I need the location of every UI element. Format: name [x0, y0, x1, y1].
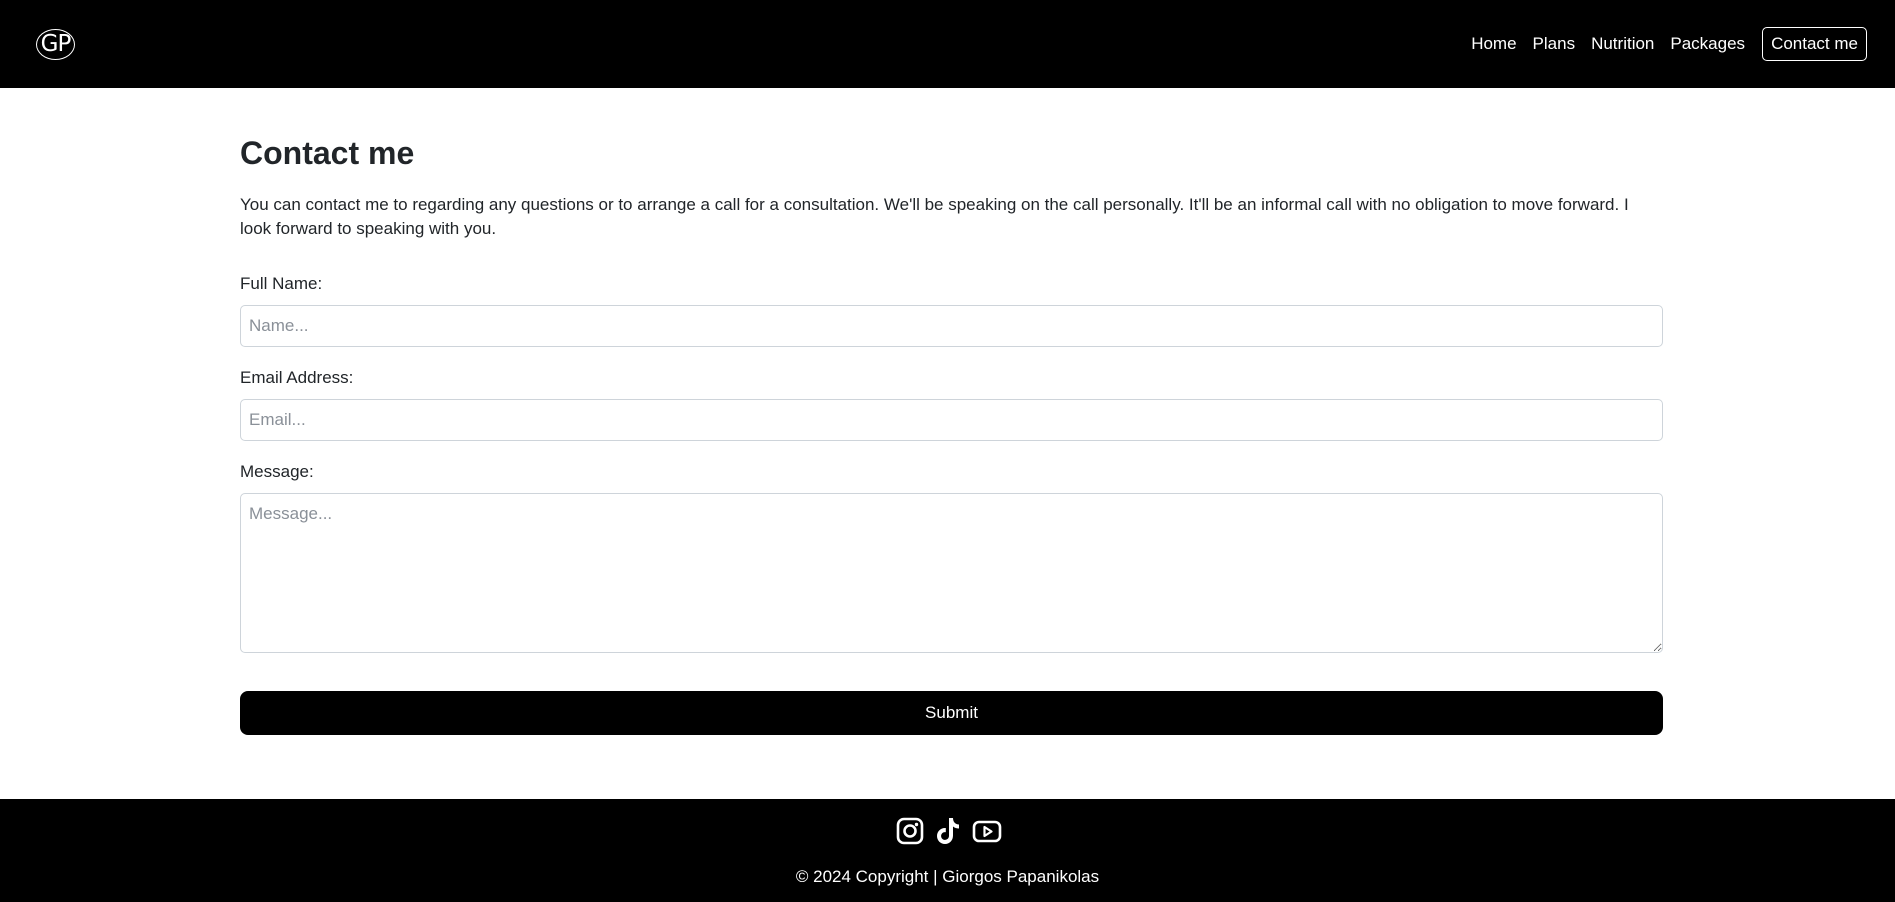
- email-input[interactable]: [240, 399, 1663, 441]
- message-textarea[interactable]: [240, 493, 1663, 653]
- copyright-text: © 2024 Copyright | Giorgos Papanikolas: [795, 867, 1100, 886]
- page-title: Contact me: [240, 135, 415, 171]
- site-header: GP Home Plans Nutrition Packages Contact…: [0, 0, 1895, 88]
- main-nav: Home Plans Nutrition Packages Contact me: [1455, 27, 1867, 61]
- nav-contact-button[interactable]: Contact me: [1762, 27, 1867, 61]
- nav-packages-link[interactable]: Packages: [1670, 34, 1745, 54]
- instagram-icon[interactable]: [896, 816, 924, 846]
- nav-home-link[interactable]: Home: [1471, 34, 1516, 54]
- social-links: [0, 816, 1895, 846]
- full-name-input[interactable]: [240, 305, 1663, 347]
- intro-text: You can contact me to regarding any ques…: [240, 195, 1629, 238]
- full-name-label: Full Name:: [240, 274, 323, 293]
- site-footer: © 2024 Copyright | Giorgos Papanikolas: [0, 799, 1895, 902]
- email-label: Email Address:: [240, 368, 354, 387]
- nav-nutrition-link[interactable]: Nutrition: [1591, 34, 1654, 54]
- youtube-icon[interactable]: [972, 816, 1001, 846]
- message-label: Message:: [240, 462, 314, 481]
- nav-plans-link[interactable]: Plans: [1533, 34, 1576, 54]
- logo[interactable]: GP: [36, 28, 75, 60]
- tiktok-icon[interactable]: [934, 816, 962, 846]
- submit-button[interactable]: Submit: [240, 691, 1663, 735]
